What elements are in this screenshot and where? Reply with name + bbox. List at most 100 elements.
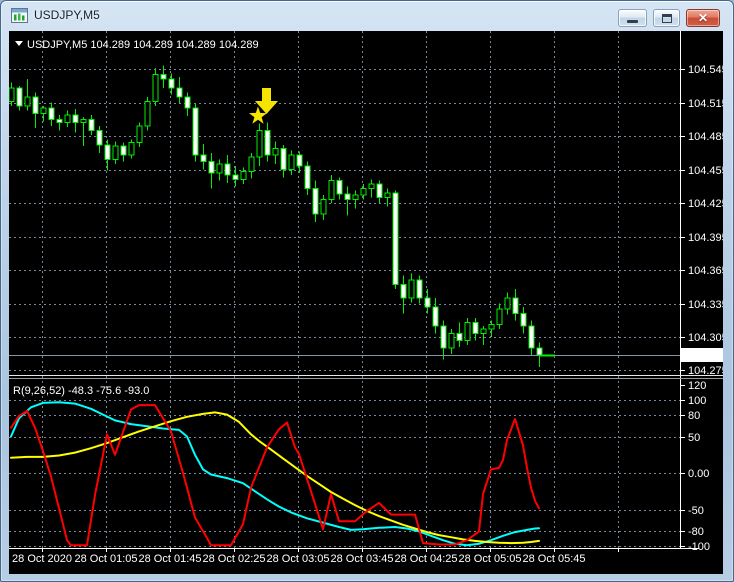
price-axis-label: 104.545 (688, 64, 723, 76)
candle-body (112, 145, 119, 160)
candle-body (24, 96, 31, 107)
candle-body (56, 118, 63, 124)
candle-body (144, 100, 151, 127)
candle-body (488, 324, 495, 330)
window-title: USDJPY,M5 (34, 8, 100, 22)
candle-body (280, 147, 287, 170)
candle-body (200, 154, 207, 163)
candle-body (48, 107, 55, 120)
restore-button[interactable] (653, 9, 680, 27)
candle-body (256, 129, 263, 158)
axis-labels: 104.545 104.515 104.485 104.455 104.425 104.3… (12, 64, 728, 565)
candle-body (168, 78, 175, 89)
time-axis-label: 28 Oct 03:05 (267, 553, 330, 565)
time-axis-label: 28 Oct 04:25 (395, 553, 458, 565)
quick-nav-arrow-icon[interactable] (15, 41, 23, 46)
window-controls: ✕ (618, 9, 720, 27)
candle-body (304, 165, 311, 189)
indicator-axis-label: 0.00 (688, 468, 709, 480)
candle-body (264, 129, 271, 156)
price-axis-label: 104.485 (688, 131, 723, 143)
candle-body (496, 308, 503, 326)
candle-body (224, 163, 231, 176)
indicator-axis-label: 50 (688, 432, 700, 444)
candle-body (88, 118, 95, 131)
time-axis-label: 28 Oct 05:45 (523, 553, 586, 565)
ohlc-header: USDJPY,M5 104.289 104.289 104.289 104.28… (27, 39, 259, 51)
candle-body (232, 174, 239, 181)
candle-body (16, 87, 23, 107)
candle-body (248, 156, 255, 173)
restore-icon (661, 13, 672, 23)
candle-body (408, 279, 415, 299)
indicator-line-R-9 (10, 404, 540, 547)
price-axis-label: 104.335 (688, 299, 723, 311)
indicator-header: R(9,26,52) -48.3 -75.6 -93.0 (13, 385, 149, 397)
price-axis-label: 104.365 (688, 265, 723, 277)
candle-body (104, 144, 111, 160)
candle-body (288, 154, 295, 170)
price-axis-label: 104.515 (688, 98, 723, 110)
indicator-axis-label: -80 (688, 526, 704, 538)
candle-body (440, 325, 447, 349)
price-axis-label: 104.305 (688, 332, 723, 344)
current-price-text: 104.289 (684, 351, 723, 363)
candle-body (376, 183, 383, 198)
candle-body (160, 74, 167, 80)
chart-window-icon (11, 8, 28, 23)
price-axis-label: 104.455 (688, 165, 723, 177)
candle-body (528, 325, 535, 349)
candle-body (456, 333, 463, 341)
candle-body (472, 321, 479, 335)
candle-body (448, 333, 455, 349)
candle-body (296, 154, 303, 167)
candle-body (176, 87, 183, 98)
candle-body (384, 192, 391, 198)
candle-body (32, 96, 39, 115)
time-axis-label: 28 Oct 2020 (12, 553, 72, 565)
candle-body (328, 180, 335, 201)
close-button[interactable]: ✕ (686, 9, 720, 27)
candle-body (424, 297, 431, 308)
candle-body (216, 163, 223, 174)
candle-body (184, 96, 191, 109)
chart-window: USDJPY,M5 ✕ 104.289 104.545 104.515 104.48… (0, 0, 734, 582)
chart-area[interactable]: 104.289 104.545104.515104.485104.455104.… (8, 31, 728, 574)
candlesticks (8, 65, 543, 368)
time-axis-label: 28 Oct 01:05 (75, 553, 138, 565)
candle-body (392, 192, 399, 286)
candle-body (464, 321, 471, 341)
candle-body (72, 114, 79, 124)
indicator-axis-label: 80 (688, 410, 700, 422)
candle-body (480, 328, 487, 335)
candle-body (80, 118, 87, 124)
time-axis-label: 28 Oct 03:45 (331, 553, 394, 565)
titlebar[interactable]: USDJPY,M5 ✕ (1, 1, 733, 31)
candle-body (336, 180, 343, 195)
candle-body (536, 347, 543, 356)
candle-body (416, 279, 423, 299)
candle-body (64, 114, 71, 124)
candle-body (40, 107, 47, 115)
bid-line: 104.289 (9, 348, 724, 363)
candle-body (432, 306, 439, 327)
candle-body (512, 297, 519, 315)
candle-body (136, 125, 143, 144)
price-axis-label: 104.425 (688, 198, 723, 210)
candle-body (352, 194, 359, 201)
candle-body (344, 193, 351, 201)
candle-body (128, 142, 135, 156)
chart-canvas[interactable]: 104.289 104.545104.515104.485104.455104.… (8, 31, 728, 574)
candle-body (520, 313, 527, 327)
minimize-button[interactable] (618, 9, 647, 27)
close-icon: ✕ (697, 11, 709, 25)
indicator-axis-label: 100 (688, 395, 706, 407)
candle-body (504, 297, 511, 310)
candle-body (272, 147, 279, 156)
candle-body (120, 145, 127, 156)
candle-body (400, 284, 407, 299)
time-axis-label: 28 Oct 01:45 (139, 553, 202, 565)
candle-body (240, 171, 247, 181)
candle-body (312, 187, 319, 215)
candle-body (152, 74, 159, 102)
